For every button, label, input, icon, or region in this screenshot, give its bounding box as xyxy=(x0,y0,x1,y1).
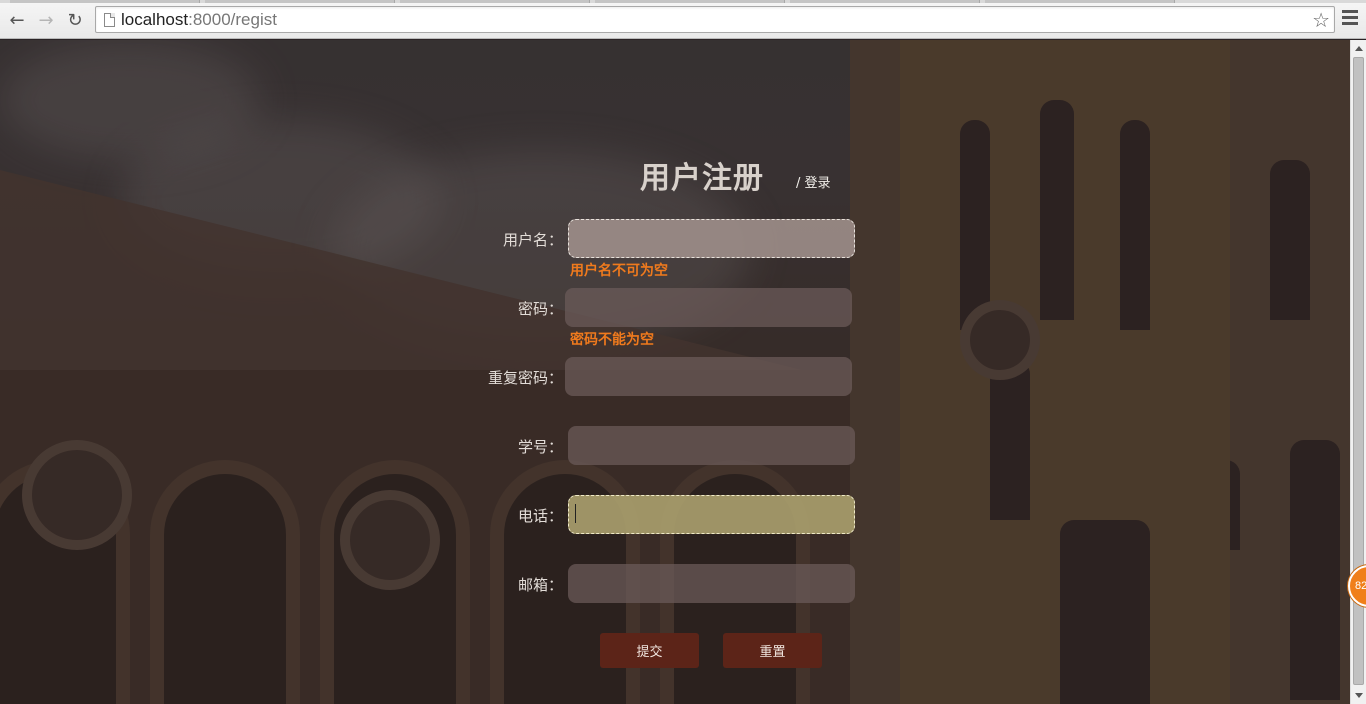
username-input[interactable] xyxy=(568,219,855,258)
star-icon[interactable]: ☆ xyxy=(1312,8,1330,32)
phone-input[interactable] xyxy=(568,495,855,534)
scroll-down-icon[interactable] xyxy=(1355,693,1363,698)
hamburger-menu-icon[interactable] xyxy=(1342,10,1358,28)
address-url[interactable]: localhost:8000/regist xyxy=(121,10,277,30)
submit-button[interactable]: 提交 xyxy=(600,633,699,668)
reload-icon[interactable]: ↻ xyxy=(63,8,87,32)
url-path: :8000/regist xyxy=(188,10,277,29)
url-host: localhost xyxy=(121,10,189,29)
student-id-input[interactable] xyxy=(568,426,855,465)
student-id-label: 学号： xyxy=(517,438,563,456)
username-error: 用户名不可为空 xyxy=(570,263,668,279)
tab-strip xyxy=(0,0,1366,3)
back-arrow-icon[interactable]: ← xyxy=(5,8,29,32)
password-label: 密码： xyxy=(517,300,563,318)
username-label: 用户名： xyxy=(502,231,563,249)
repeat-password-label: 重复密码： xyxy=(487,369,563,387)
email-input[interactable] xyxy=(568,564,855,603)
password-input[interactable] xyxy=(565,288,852,327)
login-link[interactable]: / 登录 xyxy=(796,172,831,191)
phone-label: 电话： xyxy=(517,507,563,525)
forward-arrow-icon[interactable]: → xyxy=(34,8,58,32)
page-title: 用户注册 xyxy=(640,161,764,196)
page-icon xyxy=(104,13,115,27)
password-error: 密码不能为空 xyxy=(570,332,654,348)
repeat-password-input[interactable] xyxy=(565,357,852,396)
address-bar[interactable]: localhost:8000/regist ☆ xyxy=(95,6,1335,33)
reset-button[interactable]: 重置 xyxy=(723,633,822,668)
scroll-up-icon[interactable] xyxy=(1355,46,1363,51)
email-label: 邮箱： xyxy=(517,576,563,594)
browser-toolbar: ← → ↻ localhost:8000/regist ☆ xyxy=(0,0,1366,39)
text-caret xyxy=(575,504,576,523)
